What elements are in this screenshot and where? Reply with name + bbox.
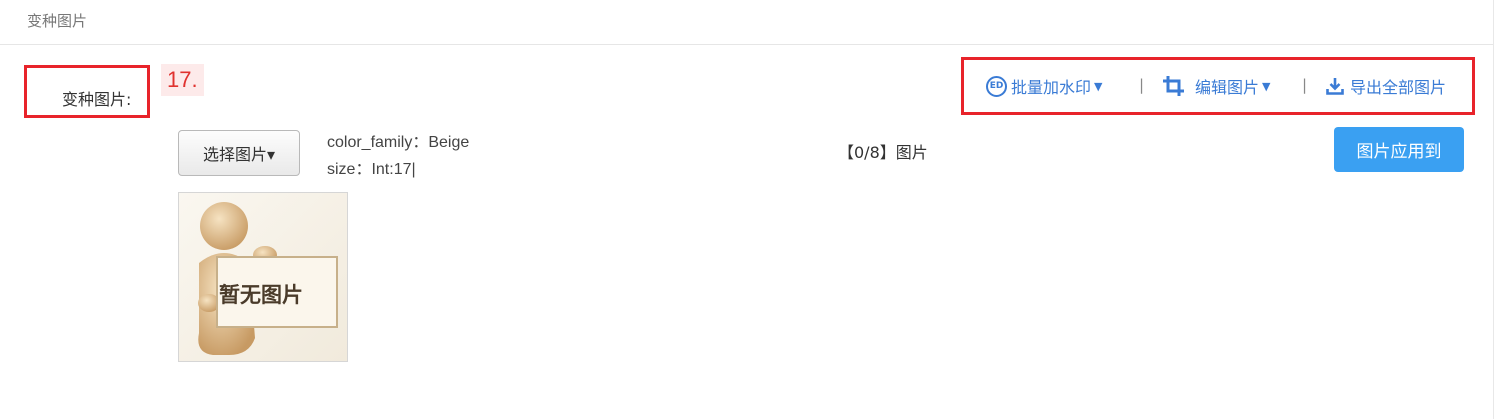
page-title: 变种图片 — [27, 12, 88, 30]
chevron-down-icon: ▼ — [1262, 79, 1271, 93]
chevron-down-icon: ▼ — [1094, 79, 1103, 93]
figure-holding-sign-icon — [198, 202, 338, 355]
edit-image-label: 编辑图片 — [1195, 78, 1260, 97]
select-image-button[interactable]: 选择图片▾ — [178, 130, 300, 176]
color-family-attribute: color_family：Beige — [327, 134, 470, 151]
export-all-images-button[interactable]: 导出全部图片 — [1326, 74, 1446, 98]
download-icon — [1326, 77, 1344, 95]
image-count: 【0/8】图片 — [838, 143, 928, 162]
crop-icon — [1162, 75, 1186, 97]
page-header: 变种图片 — [0, 0, 1493, 45]
toolbar-separator: | — [1302, 76, 1308, 94]
export-all-images-label: 导出全部图片 — [1350, 78, 1447, 97]
annotation-number: 17. — [161, 64, 204, 96]
watermark-icon: ED — [986, 75, 1007, 97]
no-image-placeholder: 暂无图片 — [178, 192, 348, 362]
toolbar-separator: | — [1139, 76, 1145, 94]
batch-watermark-label: 批量加水印 — [1011, 78, 1092, 97]
size-attribute: size：Int:17| — [327, 161, 416, 178]
apply-images-button[interactable]: 图片应用到 — [1334, 127, 1464, 172]
right-divider — [1493, 0, 1494, 419]
edit-image-button[interactable]: 编辑图片 ▼ — [1162, 74, 1270, 98]
batch-watermark-button[interactable]: ED 批量加水印 ▼ — [986, 74, 1102, 98]
no-image-text: 暂无图片 — [219, 283, 303, 307]
variant-image-label: 变种图片: — [62, 90, 132, 109]
